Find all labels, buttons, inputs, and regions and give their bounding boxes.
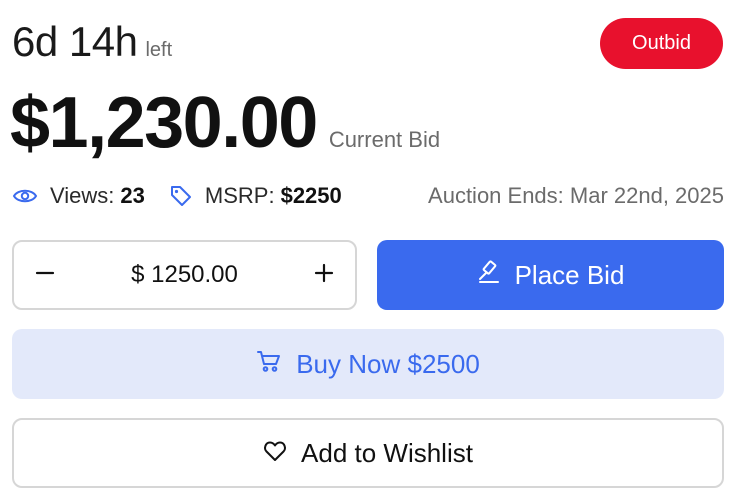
buy-now-label: Buy Now $2500 — [296, 348, 480, 379]
status-badge-label: Outbid — [632, 32, 691, 54]
current-bid: $1,230.00 Current Bid — [10, 82, 440, 164]
current-bid-label: Current Bid — [328, 127, 441, 152]
views-label: Views: — [50, 183, 115, 208]
bid-amount-input[interactable]: $ 1250.00 — [76, 261, 293, 289]
status-badge: Outbid — [600, 18, 723, 69]
countdown-value: 6d 14h — [12, 18, 138, 65]
add-to-wishlist-button[interactable]: Add to Wishlist — [12, 418, 724, 488]
current-bid-amount: $1,230.00 — [10, 83, 318, 163]
views-value: 23 — [120, 183, 145, 208]
decrement-button[interactable] — [14, 242, 76, 308]
countdown: 6d 14h left — [12, 18, 172, 70]
minus-icon — [35, 263, 55, 288]
auction-meta: Views: 23 MSRP: $2250 Auction Ends: Mar … — [12, 180, 724, 212]
views-stat: Views: 23 — [12, 183, 145, 209]
msrp-stat: MSRP: $2250 — [169, 183, 342, 209]
heart-icon — [263, 438, 301, 469]
countdown-suffix: left — [145, 39, 173, 61]
place-bid-label: Place Bid — [514, 259, 625, 290]
place-bid-button[interactable]: Place Bid — [377, 240, 724, 310]
msrp-value: $2250 — [280, 183, 342, 208]
tag-icon — [169, 184, 193, 208]
msrp-label: MSRP: — [204, 183, 275, 208]
wishlist-label: Add to Wishlist — [301, 437, 473, 468]
plus-icon — [314, 263, 334, 288]
auction-ends: Auction Ends: Mar 22nd, 2025 — [428, 183, 724, 208]
gavel-icon — [477, 259, 515, 291]
eye-icon — [12, 186, 38, 206]
bid-amount-stepper: $ 1250.00 — [12, 240, 357, 310]
cart-icon — [256, 349, 296, 380]
buy-now-button[interactable]: Buy Now $2500 — [12, 329, 724, 399]
increment-button[interactable] — [293, 242, 355, 308]
